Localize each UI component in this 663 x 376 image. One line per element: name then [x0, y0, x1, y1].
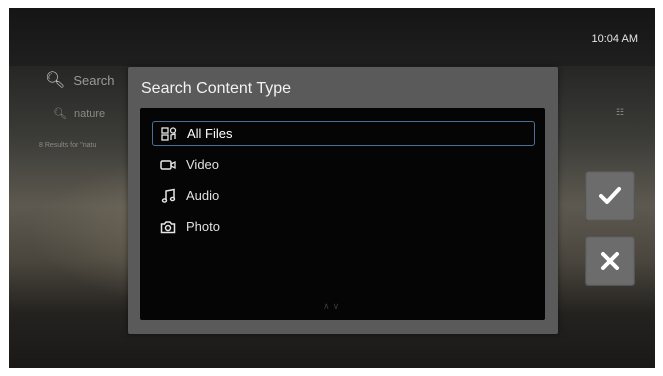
cancel-button[interactable]	[585, 236, 635, 286]
background-query-text: nature	[73, 107, 106, 120]
search-icon: 🔍︎	[45, 72, 66, 89]
option-photo[interactable]: Photo	[152, 214, 535, 239]
tv-screen: 10:04 AM 🔍︎ Search 🔍︎ nature 8 Results f…	[9, 8, 655, 368]
dialog-title: Search Content Type	[141, 80, 292, 97]
scroll-arrows-icon: ∧∨	[323, 301, 343, 311]
background-results-text: 8 Results for "natu	[39, 142, 97, 149]
grid-view-icon: ☷	[615, 107, 625, 117]
background-search-label: 🔍︎ Search	[45, 70, 115, 90]
top-bar: 10:04 AM	[9, 8, 655, 66]
checkmark-icon	[599, 187, 621, 204]
confirm-button[interactable]	[585, 171, 635, 221]
music-note-icon	[159, 188, 177, 204]
background-search-text: Search	[73, 72, 115, 88]
option-audio[interactable]: Audio	[152, 183, 535, 208]
all-files-icon	[160, 126, 178, 142]
option-video[interactable]: Video	[152, 152, 535, 177]
video-camera-icon	[159, 157, 177, 173]
camera-icon	[159, 219, 177, 235]
option-label: All Files	[187, 126, 233, 141]
search-content-type-dialog: Search Content Type All Files Video Audi…	[128, 67, 558, 334]
background-query: 🔍︎ nature	[53, 107, 106, 121]
option-label: Audio	[186, 188, 220, 203]
x-icon	[601, 252, 619, 270]
option-all-files[interactable]: All Files	[152, 121, 535, 146]
option-label: Video	[186, 157, 220, 172]
query-search-icon: 🔍︎	[53, 108, 67, 120]
option-label: Photo	[186, 219, 220, 234]
clock: 10:04 AM	[591, 33, 638, 45]
content-type-list: All Files Video Audio Photo ∧∨	[140, 108, 545, 320]
